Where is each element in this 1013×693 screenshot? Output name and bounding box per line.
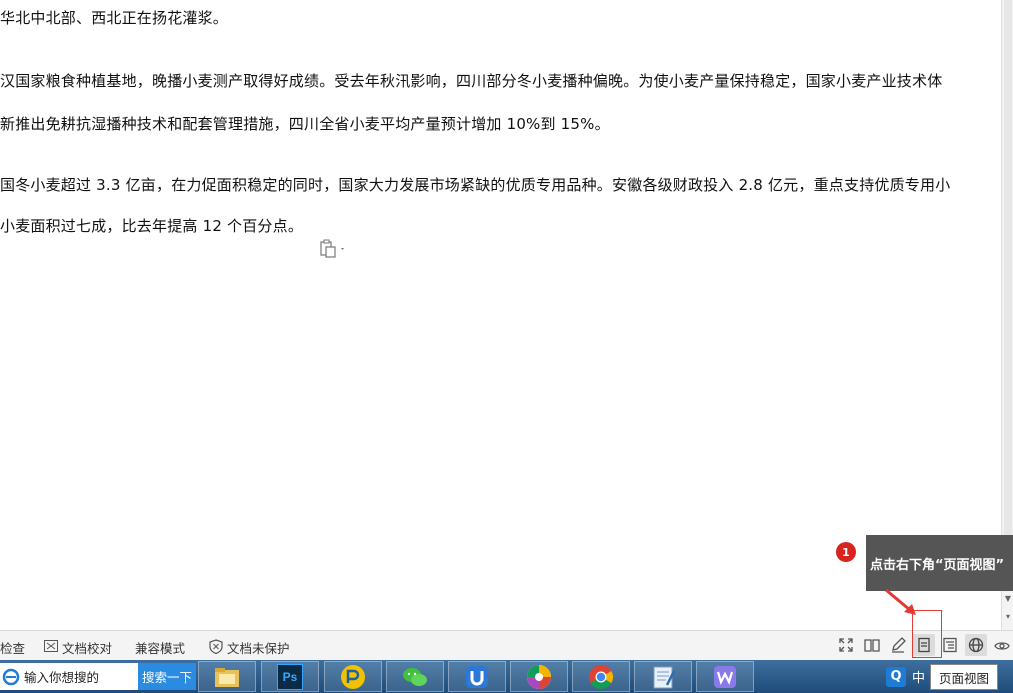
taskbar-app-wps[interactable] [696,661,754,692]
ie-icon [2,668,20,685]
protect-label: 文档未保护 [227,641,290,656]
scroll-next-page-icon[interactable]: ▼ [1004,594,1012,604]
taskbar: 输入你想搜的 搜索一下 Ps Q 中 [0,660,1013,693]
shield-icon [209,638,223,657]
outline-view-icon[interactable] [939,634,961,656]
search-button[interactable]: 搜索一下 [138,663,196,690]
protect-status-button[interactable]: 文档未保护 [209,638,290,657]
taskbar-app-chrome[interactable] [572,661,630,692]
status-bar: 检查 文档校对 兼容模式 文档未保护 [0,630,1013,661]
page-view-highlight [912,610,942,658]
file-explorer-icon [215,667,239,687]
pinwheel-app-icon [527,664,551,689]
check-label: 检查 [0,641,26,656]
proofread-label: 文档校对 [62,641,113,656]
taskbar-app-wechat[interactable] [386,661,444,692]
doc-line-5: 小麦面积过七成，比去年提高 12 个百分点。 [0,217,304,235]
taskbar-app-file-explorer[interactable] [198,661,256,692]
taskbar-app-pinwheel[interactable] [510,661,568,692]
edit-pen-icon[interactable] [887,634,909,656]
taskbar-app-notepad[interactable] [634,661,692,692]
fullscreen-icon[interactable] [835,634,857,656]
search-placeholder: 输入你想搜的 [24,670,100,685]
ps-label: Ps [282,669,298,684]
tray-search-icon[interactable]: Q [885,666,906,687]
proofread-icon [44,640,58,655]
doc-line-1: 华北中北部、西北正在扬花灌浆。 [0,9,229,27]
notepad-icon [653,666,676,688]
document-page[interactable]: 华北中北部、西北正在扬花灌浆。 汉国家粮食种植基地，晚播小麦测产取得好成绩。受去… [0,0,1001,630]
doc-line-2: 汉国家粮食种植基地，晚播小麦测产取得好成绩。受去年秋汛影响，四川部分冬小麦播种偏… [0,72,943,90]
web-view-icon[interactable] [965,634,987,656]
wps-icon [714,665,736,688]
doc-line-3: 新推出免耕抗湿播种技术和配套管理措施，四川全省小麦平均产量预计增加 10%到 1… [0,115,610,133]
scrollbar-thumb[interactable] [1004,0,1012,540]
wechat-icon [403,667,427,686]
taskbar-app-photoshop[interactable]: Ps [261,661,319,692]
step-badge: 1 [836,542,856,562]
proofread-button[interactable]: 文档校对 [44,638,112,657]
scroll-down-icon[interactable]: ▾ [1004,612,1012,622]
page-view-hover-tip: 页面视图 [930,664,998,690]
compat-mode-status: 兼容模式 [135,638,185,657]
compat-mode-label: 兼容模式 [135,641,186,656]
taskbar-app-p[interactable] [324,661,382,692]
check-button[interactable]: 检查 [0,638,25,657]
u-app-icon [466,665,488,688]
p-app-icon [341,664,365,689]
taskbar-app-u[interactable] [448,661,506,692]
tooltip-text: 点击右下角“页面视图” [870,557,1005,573]
chrome-icon [589,664,614,689]
paste-options-icon[interactable] [318,239,348,259]
doc-line-4: 国冬小麦超过 3.3 亿亩，在力促面积稳定的同时，国家大力发展市场紧缺的优质专用… [0,176,951,194]
photoshop-icon: Ps [277,663,303,690]
eye-protect-icon[interactable] [991,634,1013,656]
reading-view-icon[interactable] [861,634,883,656]
tray-ime-label[interactable]: 中 [912,667,925,686]
instruction-tooltip: 点击右下角“页面视图” [866,535,1013,591]
search-input[interactable]: 输入你想搜的 [0,663,138,690]
